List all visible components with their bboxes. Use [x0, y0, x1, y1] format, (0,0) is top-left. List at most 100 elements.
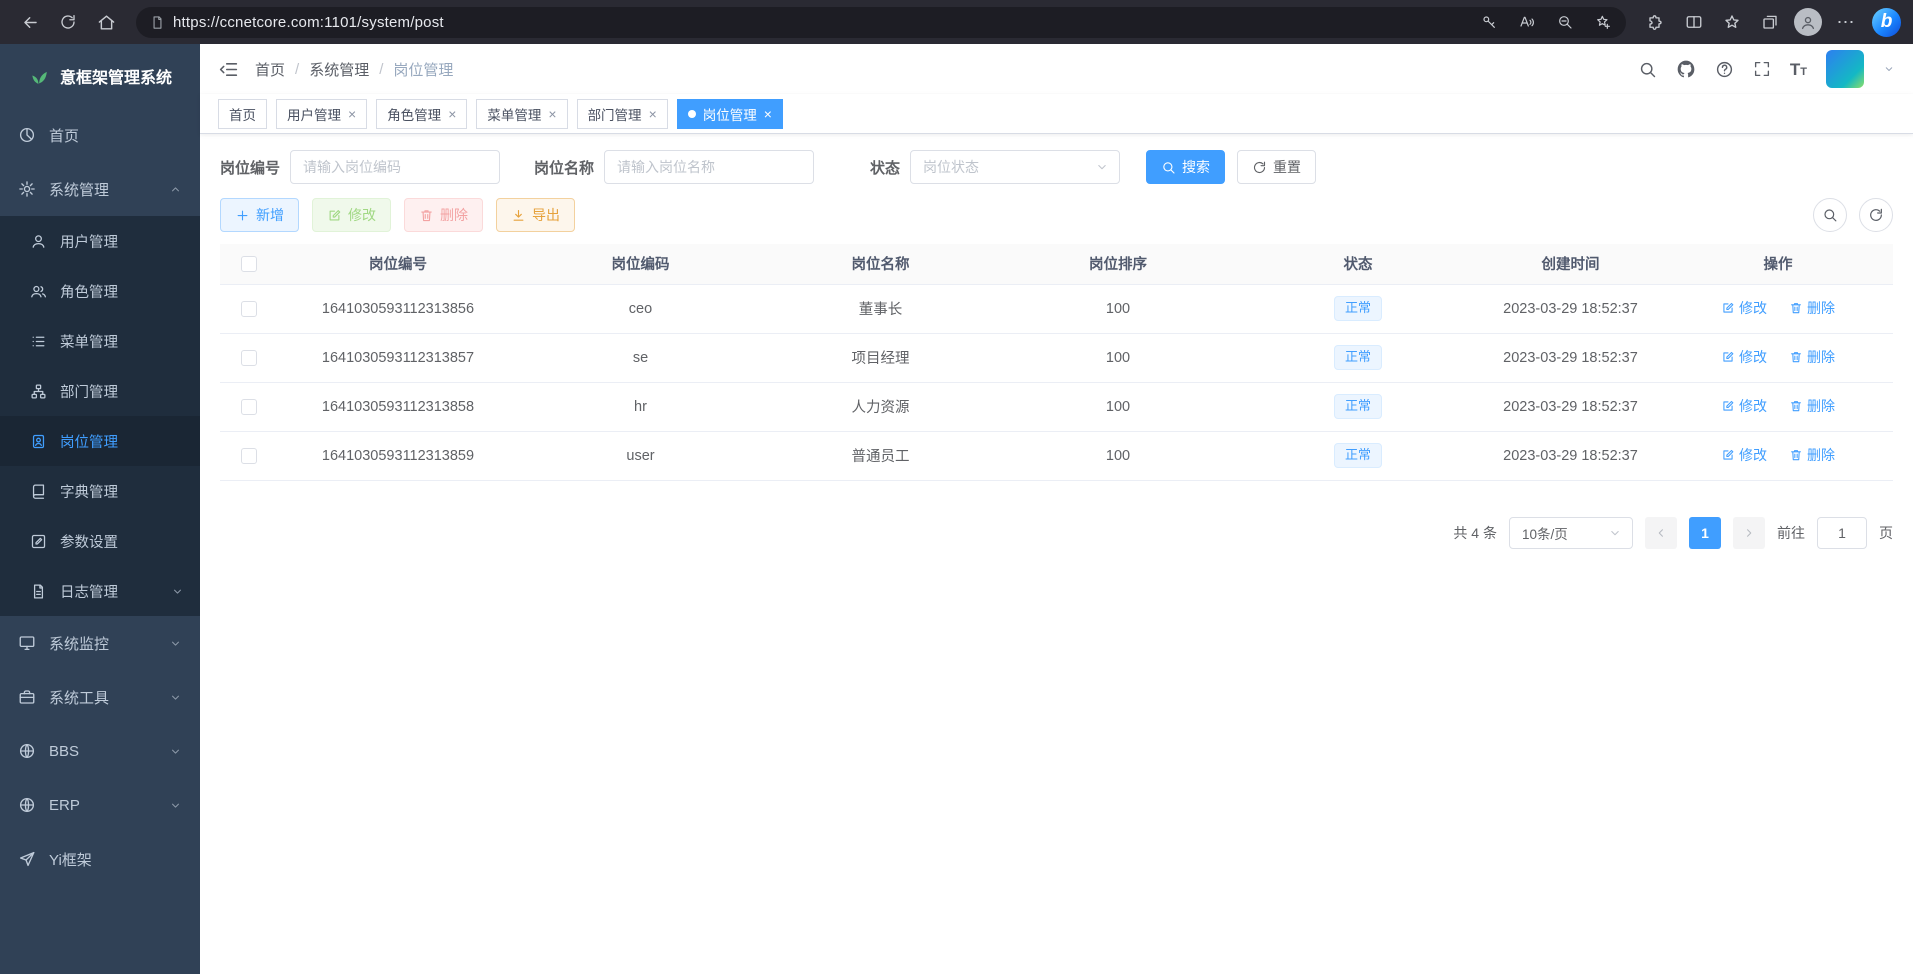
browser-back-button[interactable] — [12, 5, 48, 39]
post-name-label: 岗位名称 — [534, 157, 594, 178]
column-header: 岗位编号 — [278, 244, 518, 284]
tab-posts[interactable]: 岗位管理 × — [677, 99, 783, 129]
column-header: 岗位名称 — [763, 244, 998, 284]
export-button[interactable]: 导出 — [496, 198, 575, 232]
sidebar-item-yi-framework[interactable]: Yi框架 — [0, 832, 200, 886]
goto-page-input[interactable] — [1817, 517, 1867, 549]
sidebar-item-parameters[interactable]: 参数设置 — [0, 516, 200, 566]
row-delete-button[interactable]: 删除 — [1789, 445, 1835, 465]
table-row[interactable]: 1641030593112313856 ceo 董事长 100 正常 2023-… — [220, 284, 1893, 333]
post-table: 岗位编号 岗位编码 岗位名称 岗位排序 状态 创建时间 操作 164103059… — [220, 244, 1893, 481]
refresh-icon — [1252, 160, 1267, 175]
tab-home[interactable]: 首页 — [218, 99, 267, 129]
password-manager-button[interactable] — [1474, 9, 1504, 36]
breadcrumb-item-system[interactable]: 系统管理 — [309, 59, 369, 80]
sidebar-item-logs[interactable]: 日志管理 — [0, 566, 200, 616]
sidebar-collapse-button[interactable] — [218, 59, 239, 80]
row-checkbox[interactable] — [241, 448, 257, 464]
sidebar-item-departments[interactable]: 部门管理 — [0, 366, 200, 416]
site-info-icon[interactable] — [150, 15, 165, 30]
row-edit-button[interactable]: 修改 — [1721, 396, 1767, 416]
sidebar-item-system[interactable]: 系统管理 — [0, 162, 200, 216]
trash-icon — [419, 208, 434, 223]
tab-close-icon[interactable]: × — [448, 107, 456, 121]
read-aloud-button[interactable] — [1512, 9, 1542, 36]
toggle-search-button[interactable] — [1813, 198, 1847, 232]
browser-profile-avatar[interactable] — [1794, 8, 1822, 36]
reset-button[interactable]: 重置 — [1237, 150, 1316, 184]
page-1-button[interactable]: 1 — [1689, 517, 1721, 549]
add-button[interactable]: 新增 — [220, 198, 299, 232]
table-row[interactable]: 1641030593112313858 hr 人力资源 100 正常 2023-… — [220, 382, 1893, 431]
avatar-caret-icon[interactable] — [1883, 63, 1895, 75]
sidebar-item-dictionary[interactable]: 字典管理 — [0, 466, 200, 516]
post-code-input[interactable] — [290, 150, 500, 184]
post-name-input[interactable] — [604, 150, 814, 184]
sidebar-item-users[interactable]: 用户管理 — [0, 216, 200, 266]
breadcrumb-separator: / — [295, 61, 299, 78]
sidebar-item-home[interactable]: 首页 — [0, 108, 200, 162]
refresh-table-button[interactable] — [1859, 198, 1893, 232]
font-size-button[interactable]: TT — [1790, 61, 1807, 78]
row-delete-button[interactable]: 删除 — [1789, 347, 1835, 367]
tab-departments[interactable]: 部门管理 × — [577, 99, 668, 129]
browser-refresh-button[interactable] — [50, 5, 86, 39]
sidebar-item-roles[interactable]: 角色管理 — [0, 266, 200, 316]
add-favorite-button[interactable] — [1588, 9, 1618, 36]
sidebar-item-posts[interactable]: 岗位管理 — [0, 416, 200, 466]
breadcrumb-item-home[interactable]: 首页 — [255, 59, 285, 80]
sidebar-item-menus[interactable]: 菜单管理 — [0, 316, 200, 366]
browser-menu-button[interactable]: ⋯ — [1828, 5, 1864, 39]
sidebar-item-erp[interactable]: ERP — [0, 778, 200, 832]
next-page-button[interactable] — [1733, 517, 1765, 549]
tab-roles[interactable]: 角色管理 × — [376, 99, 467, 129]
sidebar-item-tools[interactable]: 系统工具 — [0, 670, 200, 724]
zoom-out-button[interactable] — [1550, 9, 1580, 36]
prev-page-button[interactable] — [1645, 517, 1677, 549]
tab-close-icon[interactable]: × — [649, 107, 657, 121]
row-edit-button[interactable]: 修改 — [1721, 347, 1767, 367]
fullscreen-button[interactable] — [1753, 60, 1771, 78]
browser-address-bar[interactable]: https://ccnetcore.com:1101/system/post — [136, 7, 1626, 38]
split-screen-button[interactable] — [1676, 5, 1712, 39]
select-all-checkbox[interactable] — [241, 256, 257, 272]
row-checkbox[interactable] — [241, 399, 257, 415]
help-button[interactable] — [1715, 60, 1734, 79]
top-header: 首页 / 系统管理 / 岗位管理 TT — [200, 44, 1913, 94]
delete-button[interactable]: 删除 — [404, 198, 483, 232]
row-edit-button[interactable]: 修改 — [1721, 298, 1767, 318]
tab-close-icon[interactable]: × — [548, 107, 556, 121]
url-text[interactable]: https://ccnetcore.com:1101/system/post — [173, 14, 1466, 31]
extensions-button[interactable] — [1638, 5, 1674, 39]
row-checkbox[interactable] — [241, 301, 257, 317]
collections-button[interactable] — [1752, 5, 1788, 39]
sidebar-item-bbs[interactable]: BBS — [0, 724, 200, 778]
search-button[interactable]: 搜索 — [1146, 150, 1225, 184]
user-avatar[interactable] — [1826, 50, 1864, 88]
header-search-button[interactable] — [1638, 60, 1657, 79]
trash-icon — [1789, 350, 1803, 364]
sidebar-item-monitoring[interactable]: 系统监控 — [0, 616, 200, 670]
table-row[interactable]: 1641030593112313859 user 普通员工 100 正常 202… — [220, 431, 1893, 480]
edit-icon — [1721, 448, 1735, 462]
github-link-button[interactable] — [1676, 59, 1696, 79]
row-delete-button[interactable]: 删除 — [1789, 396, 1835, 416]
browser-home-button[interactable] — [88, 5, 124, 39]
gear-icon — [18, 180, 36, 198]
tab-close-icon[interactable]: × — [348, 107, 356, 121]
page-size-select[interactable]: 10条/页 — [1509, 517, 1633, 549]
table-header-row: 岗位编号 岗位编码 岗位名称 岗位排序 状态 创建时间 操作 — [220, 244, 1893, 284]
table-row[interactable]: 1641030593112313857 se 项目经理 100 正常 2023-… — [220, 333, 1893, 382]
row-edit-button[interactable]: 修改 — [1721, 445, 1767, 465]
edit-button[interactable]: 修改 — [312, 198, 391, 232]
tab-menus[interactable]: 菜单管理 × — [476, 99, 567, 129]
row-checkbox[interactable] — [241, 350, 257, 366]
chevron-right-icon — [1742, 526, 1756, 540]
tab-users[interactable]: 用户管理 × — [276, 99, 367, 129]
status-select[interactable]: 岗位状态 — [910, 150, 1120, 184]
row-delete-button[interactable]: 删除 — [1789, 298, 1835, 318]
tab-close-icon[interactable]: × — [764, 107, 772, 121]
copilot-icon[interactable]: b — [1872, 8, 1901, 37]
favorites-button[interactable] — [1714, 5, 1750, 39]
list-icon — [30, 333, 47, 350]
